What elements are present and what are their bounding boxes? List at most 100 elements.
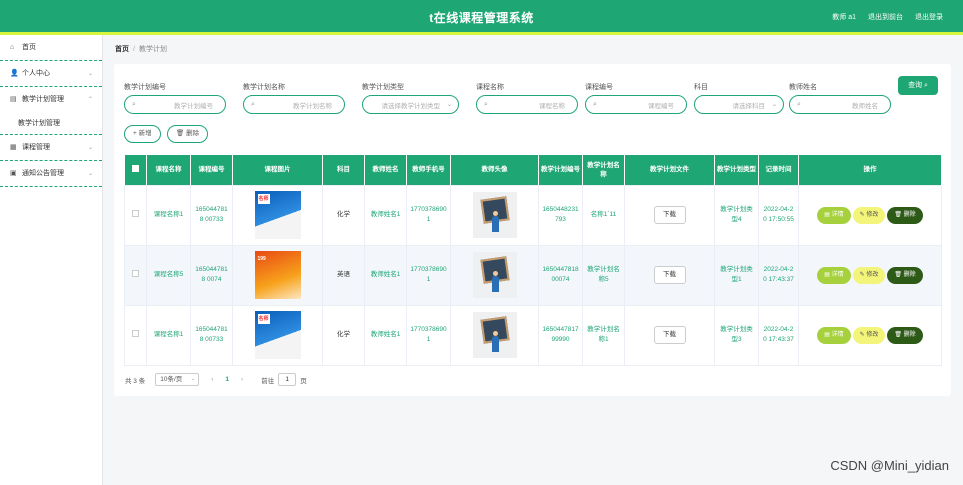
pencil-icon: ✎ (859, 331, 865, 338)
detail-button[interactable]: ▤ 详情 (817, 326, 851, 344)
select-all-checkbox[interactable] (124, 155, 147, 185)
app-title: t在线课程管理系统 (429, 11, 534, 25)
batch-delete-button[interactable]: 🗑 删除 (167, 125, 209, 143)
trash-icon: 🗑 (894, 271, 902, 278)
col-teacher-name: 教师姓名 (364, 155, 407, 185)
detail-button[interactable]: ▤ 详情 (817, 206, 851, 224)
user-icon: 👤 (10, 70, 19, 77)
sidebar-item-home[interactable]: ⌂ 首页 (0, 35, 102, 61)
plan-table: 课程名称 课程编号 课程图片 科目 教师姓名 教师手机号 教师头像 教学计划编号… (124, 155, 942, 366)
filter-course-name: 课程名称 ⌕ 课程名称 (476, 82, 578, 114)
filter-label: 教学计划编号 (124, 84, 166, 91)
subject-select[interactable]: 请选择科目 ⌄ (694, 95, 784, 114)
row-checkbox[interactable] (124, 184, 147, 246)
filter-label: 教学计划名称 (243, 84, 285, 91)
cell-course-name: 课程名称5 (146, 244, 191, 306)
add-button[interactable]: + 新增 (124, 125, 161, 143)
back-home-link[interactable]: 退出到前台 (868, 12, 903, 22)
plus-icon: + (133, 130, 137, 137)
cell-course-name: 课程名称1 (146, 184, 191, 246)
chevron-down-icon: ⌄ (87, 71, 93, 77)
cell-teacher-name: 教师姓名1 (364, 244, 407, 306)
filter-label: 课程名称 (476, 84, 504, 91)
cell-plan-type: 教学计划类型3 (714, 304, 759, 366)
delete-button[interactable]: 🗑 删除 (887, 266, 923, 284)
breadcrumb-home[interactable]: 首页 (115, 46, 129, 53)
edit-button[interactable]: ✎ 修改 (852, 326, 886, 344)
row-checkbox[interactable] (124, 244, 147, 306)
search-icon: ⌕ (593, 101, 597, 108)
goto-page-input[interactable]: 1 (278, 373, 297, 386)
cell-record-time: 2022-04-20 17:43:37 (758, 304, 799, 366)
row-checkbox[interactable] (124, 304, 147, 366)
trash-icon: 🗑 (176, 130, 185, 137)
filter-teacher: 教师姓名 ⌕ 教师姓名 (789, 82, 891, 114)
search-button[interactable]: 查询 ⌕ (898, 76, 938, 95)
header-accent-line (0, 32, 963, 35)
cell-teacher-phone: 1770378690 1 (406, 244, 451, 306)
filter-label: 课程编号 (585, 84, 613, 91)
search-icon: ⌕ (797, 101, 801, 108)
search-icon: ⌕ (132, 101, 136, 108)
cell-record-time: 2022-04-20 17:43:37 (758, 244, 799, 306)
page-size-select[interactable]: 10条/页 ⌄ (155, 373, 200, 386)
chevron-down-icon: ⌄ (771, 102, 777, 108)
logout-link[interactable]: 退出登录 (915, 12, 943, 22)
course-cover-image: 名师 (254, 191, 301, 239)
cell-course-no: 1650447818 00733 (190, 304, 233, 366)
cell-course-image: 名师 (232, 304, 323, 366)
sidebar-item-notice-management[interactable]: ▣ 通知公告管理 ⌄ (0, 161, 102, 187)
course-name-input[interactable]: ⌕ 课程名称 (476, 95, 578, 114)
cell-plan-no: 1650447818 00074 (538, 244, 583, 306)
sidebar-item-plan-management[interactable]: ▤ 教学计划管理 ⌃ (0, 87, 102, 113)
chevron-down-icon: ⌄ (87, 145, 93, 151)
filter-plan-name: 教学计划名称 ⌕ 教学计划名称 (243, 82, 345, 114)
teacher-name-input[interactable]: ⌕ 教师姓名 (789, 95, 891, 114)
sidebar-item-course-management[interactable]: ▦ 课程管理 ⌄ (0, 135, 102, 161)
next-page-button[interactable]: › (241, 376, 243, 383)
delete-button[interactable]: 🗑 删除 (887, 326, 923, 344)
watermark: CSDN @Mini_yidian (830, 458, 949, 473)
filter-subject: 科目 请选择科目 ⌄ (694, 82, 784, 114)
col-teacher-avatar: 教师头像 (450, 155, 539, 185)
sidebar-subitem-plan[interactable]: 教学计划管理 (0, 113, 102, 135)
search-icon: ⌕ (251, 101, 255, 108)
cell-plan-no: 1650447817 99990 (538, 304, 583, 366)
sidebar-item-label: 课程管理 (21, 144, 50, 151)
plan-name-input[interactable]: ⌕ 教学计划名称 (243, 95, 345, 114)
delete-button[interactable]: 🗑 删除 (887, 206, 923, 224)
course-no-input[interactable]: ⌕ 课程编号 (585, 95, 687, 114)
col-plan-file: 教学计划文件 (624, 155, 715, 185)
cell-teacher-avatar (450, 304, 539, 366)
download-button[interactable]: 下载 (653, 266, 686, 284)
edit-button[interactable]: ✎ 修改 (852, 206, 886, 224)
col-record-time: 记录时间 (758, 155, 799, 185)
plan-type-select[interactable]: 请选择教学计划类型 ⌄ (362, 95, 459, 114)
page-number-current[interactable]: 1 (225, 376, 229, 383)
sidebar-item-profile[interactable]: 👤 个人中心 ⌄ (0, 61, 102, 87)
breadcrumb-separator: / (133, 46, 135, 53)
detail-button[interactable]: ▤ 详情 (817, 266, 851, 284)
edit-button[interactable]: ✎ 修改 (852, 266, 886, 284)
user-menu[interactable]: 教师 a1 (832, 12, 856, 22)
top-nav: 教师 a1 退出到前台 退出登录 (832, 12, 943, 22)
table-row: 课程名称1 1650447818 00733 名师 化学 教师姓名1 1770378690… (124, 304, 942, 366)
goto-label: 前往 (261, 377, 275, 385)
cell-record-time: 2022-04-20 17:50:55 (758, 184, 799, 246)
cell-course-no: 1650447818 00733 (190, 184, 233, 246)
grid-icon: ▦ (10, 144, 17, 151)
search-icon: ⌕ (484, 101, 488, 108)
cell-actions: ▤ 详情 ✎ 修改 🗑 删除 (798, 304, 942, 366)
cell-plan-name: 教学计划名称5 (582, 244, 625, 306)
teacher-avatar-image (472, 312, 517, 358)
download-button[interactable]: 下载 (653, 206, 686, 224)
download-button[interactable]: 下载 (653, 326, 686, 344)
prev-page-button[interactable]: ‹ (211, 376, 213, 383)
pagination: 共 3 条 10条/页 ⌄ ‹ 1 › 前往 1 页 (125, 373, 307, 386)
table-row: 课程名称1 1650447818 00733 名师 化学 教师姓名1 1770378690… (124, 184, 942, 246)
cell-course-image: 199 (232, 244, 323, 306)
cell-plan-file: 下载 (624, 244, 715, 306)
cell-plan-type: 教学计划类型4 (714, 184, 759, 246)
pencil-icon: ✎ (859, 211, 865, 218)
plan-no-input[interactable]: ⌕ 教学计划编号 (124, 95, 226, 114)
